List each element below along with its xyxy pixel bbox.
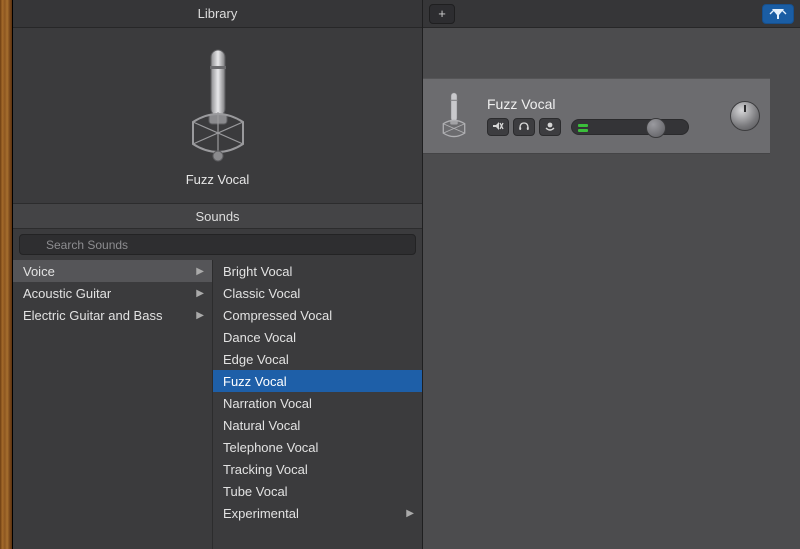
preset-item[interactable]: Edge Vocal [213,348,422,370]
filter-button[interactable] [762,4,794,24]
level-led-icon [578,124,588,127]
preset-item-label: Fuzz Vocal [223,374,287,389]
preset-item-label: Natural Vocal [223,418,300,433]
tracks-toolbar: + [423,0,800,28]
volume-slider[interactable] [571,119,689,135]
sounds-header: Sounds [13,203,422,229]
chevron-right-icon: ▶ [196,310,204,321]
preset-item[interactable]: Tracking Vocal [213,458,422,480]
preset-item[interactable]: Bright Vocal [213,260,422,282]
sound-browser: Voice▶Acoustic Guitar▶Electric Guitar an… [13,260,422,549]
level-led-icon [578,129,588,132]
category-item-label: Acoustic Guitar [23,286,111,301]
mute-button[interactable] [487,118,509,136]
microphone-icon [183,44,253,164]
track-meta: Fuzz Vocal [487,96,710,136]
preset-column: Bright Vocal Classic Vocal Compressed Voca… [213,260,422,549]
track-area: Fuzz Vocal [423,28,800,549]
category-item[interactable]: Electric Guitar and Bass ▶ [13,304,212,326]
preset-item-label: Compressed Vocal [223,308,332,323]
pan-knob[interactable] [730,101,760,131]
category-item[interactable]: Voice ▶ [13,260,212,282]
preset-preview: Fuzz Vocal [13,28,422,203]
library-title: Library [198,6,238,21]
add-track-button[interactable]: + [429,4,455,24]
preset-item[interactable]: Classic Vocal [213,282,422,304]
preset-item[interactable]: Experimental ▶ [213,502,422,524]
preset-item[interactable]: Tube Vocal [213,480,422,502]
category-item[interactable]: Acoustic Guitar ▶ [13,282,212,304]
category-item-label: Electric Guitar and Bass [23,308,162,323]
headphone-icon [518,120,530,135]
preset-item-label: Classic Vocal [223,286,300,301]
preset-item-label: Edge Vocal [223,352,289,367]
track-name: Fuzz Vocal [487,96,710,112]
preset-item-label: Dance Vocal [223,330,296,345]
track-thumb-icon [431,86,477,146]
preset-item[interactable]: Compressed Vocal [213,304,422,326]
input-monitor-button[interactable] [539,118,561,136]
mute-icon [492,120,504,135]
search-input[interactable] [19,234,416,255]
preset-item-label: Telephone Vocal [223,440,318,455]
preset-name: Fuzz Vocal [186,172,250,187]
plus-icon: + [438,6,446,21]
chevron-right-icon: ▶ [196,288,204,299]
tracks-pane: + [423,0,800,549]
search-wrap [13,229,422,260]
preset-item[interactable]: Fuzz Vocal [213,370,422,392]
chevron-right-icon: ▶ [406,508,414,519]
preset-item[interactable]: Natural Vocal [213,414,422,436]
track-controls [487,118,710,136]
library-panel: Library Fuzz Vocal Sounds [13,0,423,549]
preset-item-label: Narration Vocal [223,396,312,411]
preset-item[interactable]: Dance Vocal [213,326,422,348]
preset-item-label: Tracking Vocal [223,462,308,477]
chevron-right-icon: ▶ [196,266,204,277]
preset-item-label: Experimental [223,506,299,521]
input-icon [544,120,556,135]
library-header: Library [13,0,422,28]
preset-item-label: Tube Vocal [223,484,288,499]
headphone-button[interactable] [513,118,535,136]
wood-edge [0,0,13,549]
volume-knob[interactable] [646,118,666,138]
track-header[interactable]: Fuzz Vocal [423,78,770,154]
preset-item[interactable]: Telephone Vocal [213,436,422,458]
filter-icon [769,8,787,20]
sounds-title: Sounds [195,209,239,224]
preset-item[interactable]: Narration Vocal [213,392,422,414]
category-item-label: Voice [23,264,55,279]
preset-item-label: Bright Vocal [223,264,292,279]
category-column: Voice▶Acoustic Guitar▶Electric Guitar an… [13,260,213,549]
